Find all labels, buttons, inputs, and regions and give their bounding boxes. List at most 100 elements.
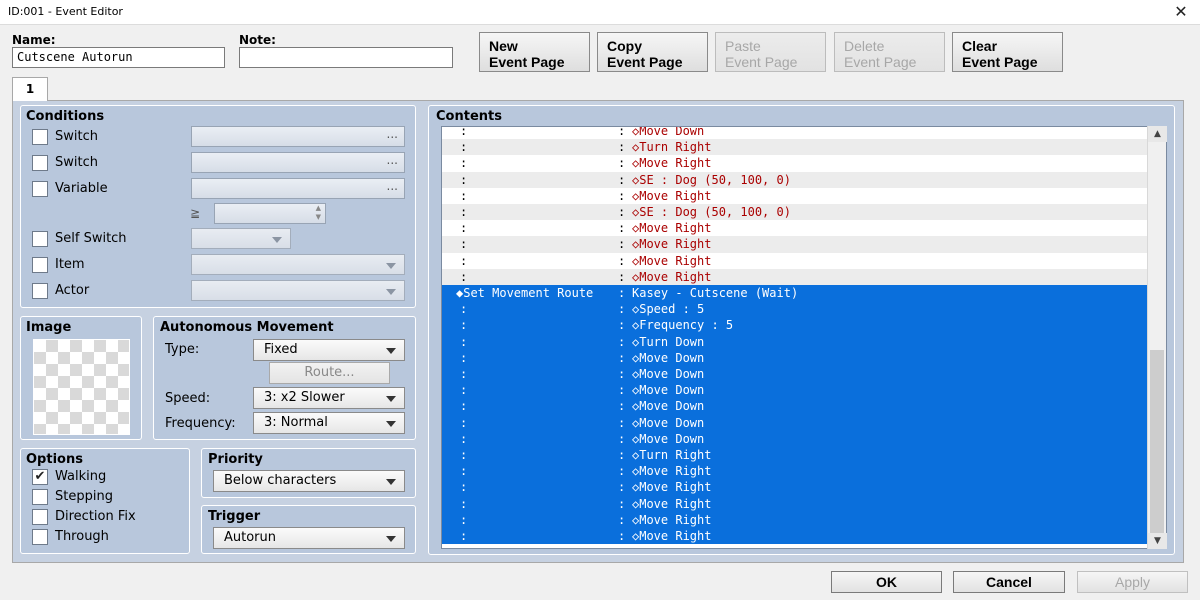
switch1-checkbox[interactable] <box>32 129 48 145</box>
command-row[interactable]: :: ◇SE : Dog (50, 100, 0) <box>442 171 1147 188</box>
item-dropdown <box>191 254 405 275</box>
command-row[interactable]: :: ◇Move Right <box>442 220 1147 236</box>
command-name: : <box>460 253 468 268</box>
image-preview[interactable] <box>33 339 130 435</box>
paste-event-page-button[interactable]: Paste Event Page <box>715 32 826 72</box>
command-separator: : <box>618 302 626 317</box>
conditions-panel: Conditions Switch ... Switch ... Variabl… <box>20 105 416 308</box>
command-row[interactable]: :: ◇Turn Right <box>442 139 1147 156</box>
through-checkbox[interactable] <box>32 529 48 545</box>
stepping-checkbox[interactable] <box>32 489 48 505</box>
trigger-dropdown[interactable]: Autorun <box>213 527 405 549</box>
command-separator: : <box>618 140 626 155</box>
command-name: : <box>460 126 468 138</box>
scrollbar-thumb[interactable] <box>1150 350 1164 540</box>
command-list[interactable]: :: ◇Move Down:: ◇Turn Right:: ◇Move Right::… <box>441 126 1167 549</box>
command-row[interactable]: :: ◇Turn Right <box>442 447 1147 464</box>
command-row[interactable]: :: ◇SE : Dog (50, 100, 0) <box>442 204 1147 221</box>
conditions-title: Conditions <box>26 109 105 124</box>
command-row[interactable]: :: ◇Move Right <box>442 253 1147 269</box>
copy-button-line1: Copy <box>607 38 642 54</box>
actor-checkbox[interactable] <box>32 283 48 299</box>
variable-dots: ... <box>386 179 398 193</box>
command-row[interactable]: :: ◇Move Down <box>442 414 1147 431</box>
options-panel: Options ✔ Walking Stepping Direction Fix… <box>20 448 190 554</box>
variable-checkbox[interactable] <box>32 181 48 197</box>
chevron-down-icon <box>386 536 396 542</box>
name-field[interactable]: Cutscene Autorun <box>12 47 225 68</box>
delete-event-page-button[interactable]: Delete Event Page <box>834 32 945 72</box>
chevron-down-icon <box>386 396 396 402</box>
chevron-down-icon <box>386 263 396 269</box>
note-field[interactable] <box>239 47 453 68</box>
command-row[interactable]: :: ◇Turn Down <box>442 333 1147 350</box>
command-detail: ◇SE : Dog (50, 100, 0) <box>632 205 791 219</box>
apply-button[interactable]: Apply <box>1077 571 1188 593</box>
type-dropdown[interactable]: Fixed <box>253 339 405 361</box>
image-panel: Image <box>20 316 142 440</box>
copy-button-line2: Event Page <box>607 54 683 70</box>
command-list-scrollbar[interactable]: ▲ ▼ <box>1147 126 1167 549</box>
command-row[interactable]: :: ◇Move Right <box>442 479 1147 496</box>
speed-dropdown[interactable]: 3: x2 Slower <box>253 387 405 409</box>
command-name: : <box>460 140 468 155</box>
item-checkbox[interactable] <box>32 257 48 273</box>
command-row[interactable]: :: ◇Move Down <box>442 382 1147 399</box>
command-detail: ◇Move Right <box>632 496 712 511</box>
walking-checkbox[interactable]: ✔ <box>32 469 48 485</box>
command-detail: ◇SE : Dog (50, 100, 0) <box>632 172 791 187</box>
frequency-dropdown[interactable]: 3: Normal <box>253 412 405 434</box>
command-separator: : <box>618 512 626 527</box>
image-title: Image <box>26 320 72 335</box>
command-row[interactable]: :: ◇Move Down <box>442 126 1147 139</box>
tab-page-1[interactable]: 1 <box>12 77 48 101</box>
command-row[interactable]: :: ◇Move Right <box>442 528 1147 545</box>
command-separator: : <box>618 431 626 446</box>
gte-symbol: ≧ <box>190 206 201 220</box>
direction-fix-checkbox[interactable] <box>32 509 48 525</box>
command-detail: ◇Move Right <box>632 464 712 479</box>
command-row[interactable]: :: ◇Move Down <box>442 366 1147 383</box>
close-icon[interactable]: ✕ <box>1170 1 1192 23</box>
route-button[interactable]: Route... <box>269 362 390 384</box>
switch2-checkbox[interactable] <box>32 155 48 171</box>
command-row[interactable]: :: ◇Move Right <box>442 463 1147 480</box>
command-name: : <box>460 269 468 284</box>
scroll-up-icon[interactable]: ▲ <box>1148 126 1167 142</box>
command-row[interactable]: :: ◇Move Right <box>442 155 1147 171</box>
stepping-label: Stepping <box>55 489 113 504</box>
note-label: Note: <box>239 33 276 47</box>
new-event-page-button[interactable]: New Event Page <box>479 32 590 72</box>
command-detail: ◇Move Down <box>632 383 705 398</box>
command-name: : <box>460 188 468 203</box>
command-separator: : <box>618 205 626 219</box>
command-row[interactable]: :: ◇Move Right <box>442 495 1147 512</box>
command-row[interactable]: :: ◇Move Down <box>442 398 1147 415</box>
command-row[interactable]: :: ◇Move Right <box>442 236 1147 253</box>
copy-event-page-button[interactable]: Copy Event Page <box>597 32 708 72</box>
command-name: : <box>460 383 468 398</box>
item-label: Item <box>55 257 85 272</box>
command-row[interactable]: :: ◇Frequency : 5 <box>442 317 1147 334</box>
actor-dropdown <box>191 280 405 301</box>
ok-button[interactable]: OK <box>831 571 942 593</box>
command-detail: ◇Turn Right <box>632 448 712 462</box>
command-row[interactable]: :: ◇Move Right <box>442 188 1147 204</box>
self-switch-checkbox[interactable] <box>32 231 48 247</box>
command-row[interactable]: ◆Set Movement Route: Kasey - Cutscene (Wa… <box>442 285 1147 302</box>
command-row[interactable]: :: ◇Move Down <box>442 349 1147 366</box>
command-row[interactable]: :: ◇Move Right <box>442 511 1147 528</box>
command-row[interactable]: :: ◇Move Right <box>442 268 1147 285</box>
command-row[interactable]: :: ◇Move Down <box>442 430 1147 447</box>
scroll-down-icon[interactable]: ▼ <box>1148 533 1167 549</box>
clear-event-page-button[interactable]: Clear Event Page <box>952 32 1063 72</box>
new-button-line1: New <box>489 38 518 54</box>
cancel-button[interactable]: Cancel <box>953 571 1065 593</box>
chevron-down-icon <box>386 348 396 354</box>
priority-dropdown[interactable]: Below characters <box>213 470 405 492</box>
command-name: : <box>460 302 468 317</box>
through-label: Through <box>55 529 109 544</box>
autonomous-movement-title: Autonomous Movement <box>160 320 334 335</box>
command-row[interactable]: :: ◇Speed : 5 <box>442 301 1147 318</box>
name-label: Name: <box>12 33 56 47</box>
